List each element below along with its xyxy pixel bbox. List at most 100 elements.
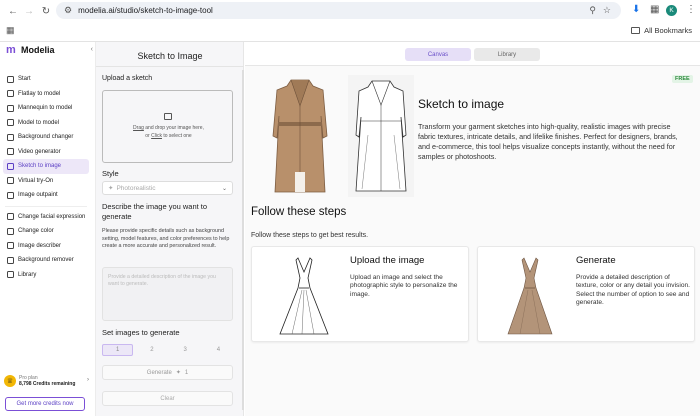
chevron-right-icon: › xyxy=(87,377,89,383)
steps-subtitle: Follow these steps to get best results. xyxy=(251,232,369,239)
face-icon xyxy=(7,213,14,221)
description-textarea[interactable]: Provide a detailed description of the im… xyxy=(102,267,233,321)
trench-coat-sketch xyxy=(348,75,414,197)
mannequin-icon xyxy=(7,104,14,112)
count-option-1[interactable]: 1 xyxy=(102,344,134,356)
describe-icon xyxy=(7,242,14,250)
brand-logo[interactable]: m Modelia xyxy=(6,44,55,55)
panel-scrollbar[interactable] xyxy=(242,70,244,410)
eraser-icon xyxy=(7,256,14,264)
download-icon[interactable]: ⬇ xyxy=(632,4,640,15)
tab-canvas[interactable]: Canvas xyxy=(405,48,471,61)
get-more-credits-button[interactable]: Get more credits now xyxy=(5,397,85,411)
sidebar-item-background-changer[interactable]: Background changer xyxy=(3,130,89,145)
step-card-generate: Generate Provide a detailed description … xyxy=(477,246,695,342)
style-sparkle-icon: ✦ xyxy=(108,185,114,192)
start-icon xyxy=(7,75,14,83)
site-settings-icon[interactable]: ⚙ xyxy=(64,5,72,16)
hero-description: Transform your garment sketches into hig… xyxy=(418,122,678,161)
sidebar-item-label: Flatlay to model xyxy=(18,90,61,97)
panel-title: Sketch to Image xyxy=(137,51,203,61)
panel-divider xyxy=(96,66,244,67)
sidebar-item-label: Background remover xyxy=(18,257,74,264)
sidebar-item-label: Model to model xyxy=(18,119,60,126)
sketch-dropzone[interactable]: Drag and drop your image here, or Click … xyxy=(102,90,233,163)
background-icon xyxy=(7,133,14,141)
collapse-sidebar-icon[interactable]: ‹ xyxy=(91,46,93,53)
generate-label: Generate xyxy=(146,369,172,376)
forward-icon[interactable]: → xyxy=(22,4,36,18)
step1-text: Upload an image and select the photograp… xyxy=(350,274,458,298)
dress-sketch-image xyxy=(279,257,329,335)
extensions-icon[interactable]: ▦ xyxy=(650,4,659,15)
sidebar-item-model-to-model[interactable]: Model to model xyxy=(3,116,89,131)
url-text: modelia.ai/studio/sketch-to-image-tool xyxy=(78,6,213,15)
video-icon xyxy=(7,148,14,156)
zoom-icon[interactable]: ⚲ xyxy=(589,5,596,16)
count-option-2[interactable]: 2 xyxy=(137,344,166,356)
sketch-icon xyxy=(7,162,14,170)
hero-title: Sketch to image xyxy=(418,97,505,111)
clear-button[interactable]: Clear xyxy=(102,391,233,406)
image-count-selector: 1 2 3 4 xyxy=(102,344,233,356)
sidebar-item-flatlay-to-model[interactable]: Flatlay to model xyxy=(3,87,89,102)
library-icon xyxy=(7,271,14,279)
sidebar-nav: Start Flatlay to model Mannequin to mode… xyxy=(3,72,89,282)
set-images-heading: Set images to generate xyxy=(102,328,180,337)
tab-library[interactable]: Library xyxy=(474,48,540,61)
menu-kebab-icon[interactable]: ⋮ xyxy=(686,4,696,15)
bookmark-star-icon[interactable]: ☆ xyxy=(603,5,611,16)
sidebar-item-label: Library xyxy=(18,271,37,278)
dress-photo-image xyxy=(507,257,553,335)
sidebar-item-start[interactable]: Start xyxy=(3,72,89,87)
trench-coat-photo xyxy=(272,79,328,193)
sidebar-item-background-remover[interactable]: Background remover xyxy=(3,253,89,268)
style-select[interactable]: ✦ Photorealistic ⌄ xyxy=(102,181,233,195)
sidebar-item-library[interactable]: Library xyxy=(3,268,89,283)
bookmarks-bar: ▦ All Bookmarks xyxy=(0,22,700,40)
upload-text-2: to select one xyxy=(161,133,192,139)
sidebar-item-change-color[interactable]: Change color xyxy=(3,224,89,239)
count-option-4[interactable]: 4 xyxy=(204,344,233,356)
sidebar-item-label: Image outpaint xyxy=(18,192,58,199)
sidebar-item-sketch-to-image[interactable]: Sketch to image xyxy=(3,159,89,174)
outpaint-icon xyxy=(7,191,14,199)
image-upload-icon xyxy=(164,113,172,120)
click-link[interactable]: Click xyxy=(151,133,162,139)
address-bar[interactable]: ⚙ modelia.ai/studio/sketch-to-image-tool… xyxy=(56,2,621,19)
profile-avatar[interactable]: K xyxy=(666,5,677,16)
generate-cost: 1 xyxy=(184,369,189,376)
describe-heading: Describe the image you want to generate xyxy=(102,202,208,221)
chevron-down-icon: ⌄ xyxy=(221,186,227,192)
step1-title: Upload the image xyxy=(350,255,425,266)
sparkle-credit-icon: ✦ xyxy=(175,370,181,376)
step2-text: Provide a detailed description of textur… xyxy=(576,274,690,307)
sidebar-item-virtual-try-on[interactable]: Virtual try-On xyxy=(3,174,89,189)
folder-icon xyxy=(631,27,641,34)
sidebar-item-video-generator[interactable]: Video generator xyxy=(3,145,89,160)
sidebar-item-label: Change color xyxy=(18,228,54,235)
sidebar-item-image-outpaint[interactable]: Image outpaint xyxy=(3,188,89,203)
sidebar-item-label: Change facial expression xyxy=(18,213,86,220)
style-value: Photorealistic xyxy=(116,184,156,192)
crown-icon: ♕ xyxy=(4,375,16,387)
count-option-3[interactable]: 3 xyxy=(171,344,200,356)
step2-title: Generate xyxy=(576,255,616,266)
sidebar-divider xyxy=(5,205,87,207)
style-label: Style xyxy=(102,169,119,178)
drag-link[interactable]: Drag xyxy=(133,125,144,131)
sidebar-item-label: Background changer xyxy=(18,134,74,141)
generate-button[interactable]: Generate ✦ 1 xyxy=(102,365,233,380)
palette-icon xyxy=(7,227,14,235)
apps-grid-icon[interactable]: ▦ xyxy=(6,25,15,36)
reload-icon[interactable]: ↻ xyxy=(39,4,53,18)
plan-summary[interactable]: ♕ Pro plan 8,798 Credits remaining › xyxy=(4,371,92,391)
sidebar-item-mannequin-to-model[interactable]: Mannequin to model xyxy=(3,101,89,116)
back-icon[interactable]: ← xyxy=(6,4,20,18)
sidebar: m Modelia ‹ Start Flatlay to model Manne… xyxy=(0,42,96,416)
main-canvas: Canvas Library FREE Sketch to image Tran… xyxy=(245,42,700,416)
all-bookmarks-button[interactable]: All Bookmarks xyxy=(631,26,692,35)
sidebar-item-image-describer[interactable]: Image describer xyxy=(3,239,89,254)
sidebar-item-change-facial-expression[interactable]: Change facial expression xyxy=(3,210,89,225)
free-badge: FREE xyxy=(672,75,693,83)
